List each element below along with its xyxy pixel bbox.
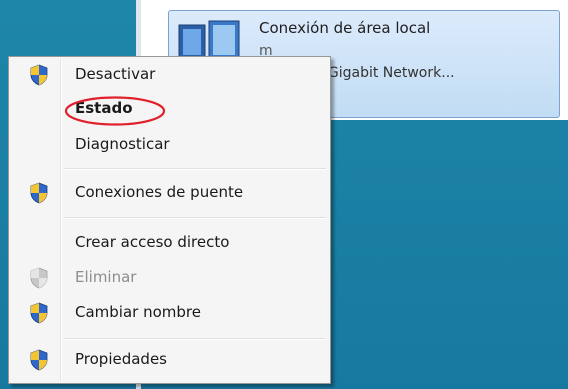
uac-shield-icon [30,182,48,204]
menu-item-desactivar[interactable]: Desactivar [11,59,328,91]
menu-item-eliminar[interactable]: Eliminar [11,262,328,294]
menu-item-label: Eliminar [75,268,137,286]
uac-shield-icon [30,349,48,371]
menu-item-propiedades[interactable]: Propiedades [11,344,328,376]
menu-separator [64,168,326,170]
menu-separator [64,338,326,340]
menu-item-label: Crear acceso directo [75,233,230,251]
menu-item-label: Desactivar [75,65,156,83]
menu-item-label: Cambiar nombre [75,303,201,321]
menu-separator [64,217,326,219]
context-menu: Desactivar Estado Diagnosticar Conexione… [8,56,331,384]
menu-item-diagnosticar[interactable]: Diagnosticar [11,129,328,161]
menu-item-conexiones-de-puente[interactable]: Conexiones de puente [11,177,328,209]
uac-shield-icon [30,267,48,289]
uac-shield-icon [30,302,48,324]
menu-item-label: Diagnosticar [75,135,170,153]
menu-item-crear-acceso-directo[interactable]: Crear acceso directo [11,227,328,259]
menu-item-estado[interactable]: Estado [11,93,328,125]
menu-item-label: Conexiones de puente [75,183,244,201]
uac-shield-icon [30,64,48,86]
connection-name: Conexión de área local [259,19,431,37]
menu-item-cambiar-nombre[interactable]: Cambiar nombre [11,297,328,329]
highlight-circle-annotation [64,96,166,126]
menu-item-label: Propiedades [75,350,167,368]
